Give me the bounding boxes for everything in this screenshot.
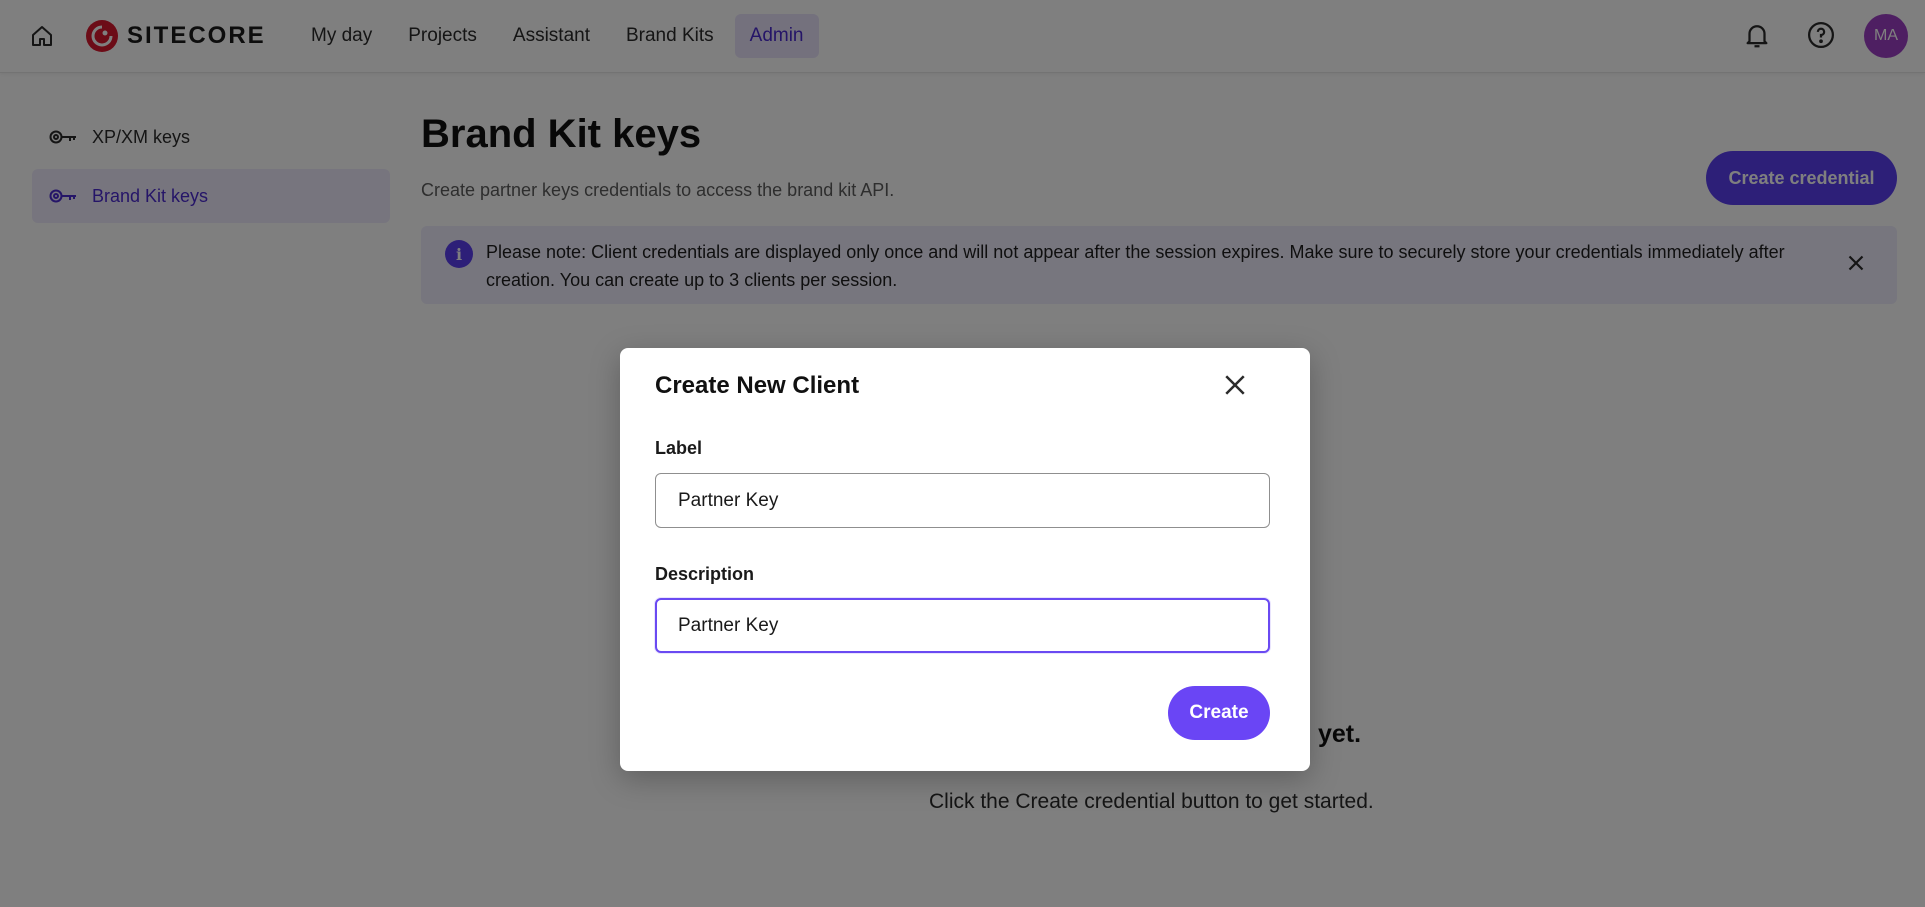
- dialog-title: Create New Client: [655, 372, 860, 399]
- create-client-dialog: Create New Client Label Description Crea…: [620, 348, 1310, 771]
- description-input[interactable]: [655, 598, 1270, 653]
- create-button[interactable]: Create: [1168, 686, 1270, 740]
- label-field-label: Label: [655, 438, 703, 458]
- label-input[interactable]: [655, 473, 1270, 528]
- description-field-label: Description: [655, 564, 755, 584]
- close-icon[interactable]: [1220, 370, 1250, 400]
